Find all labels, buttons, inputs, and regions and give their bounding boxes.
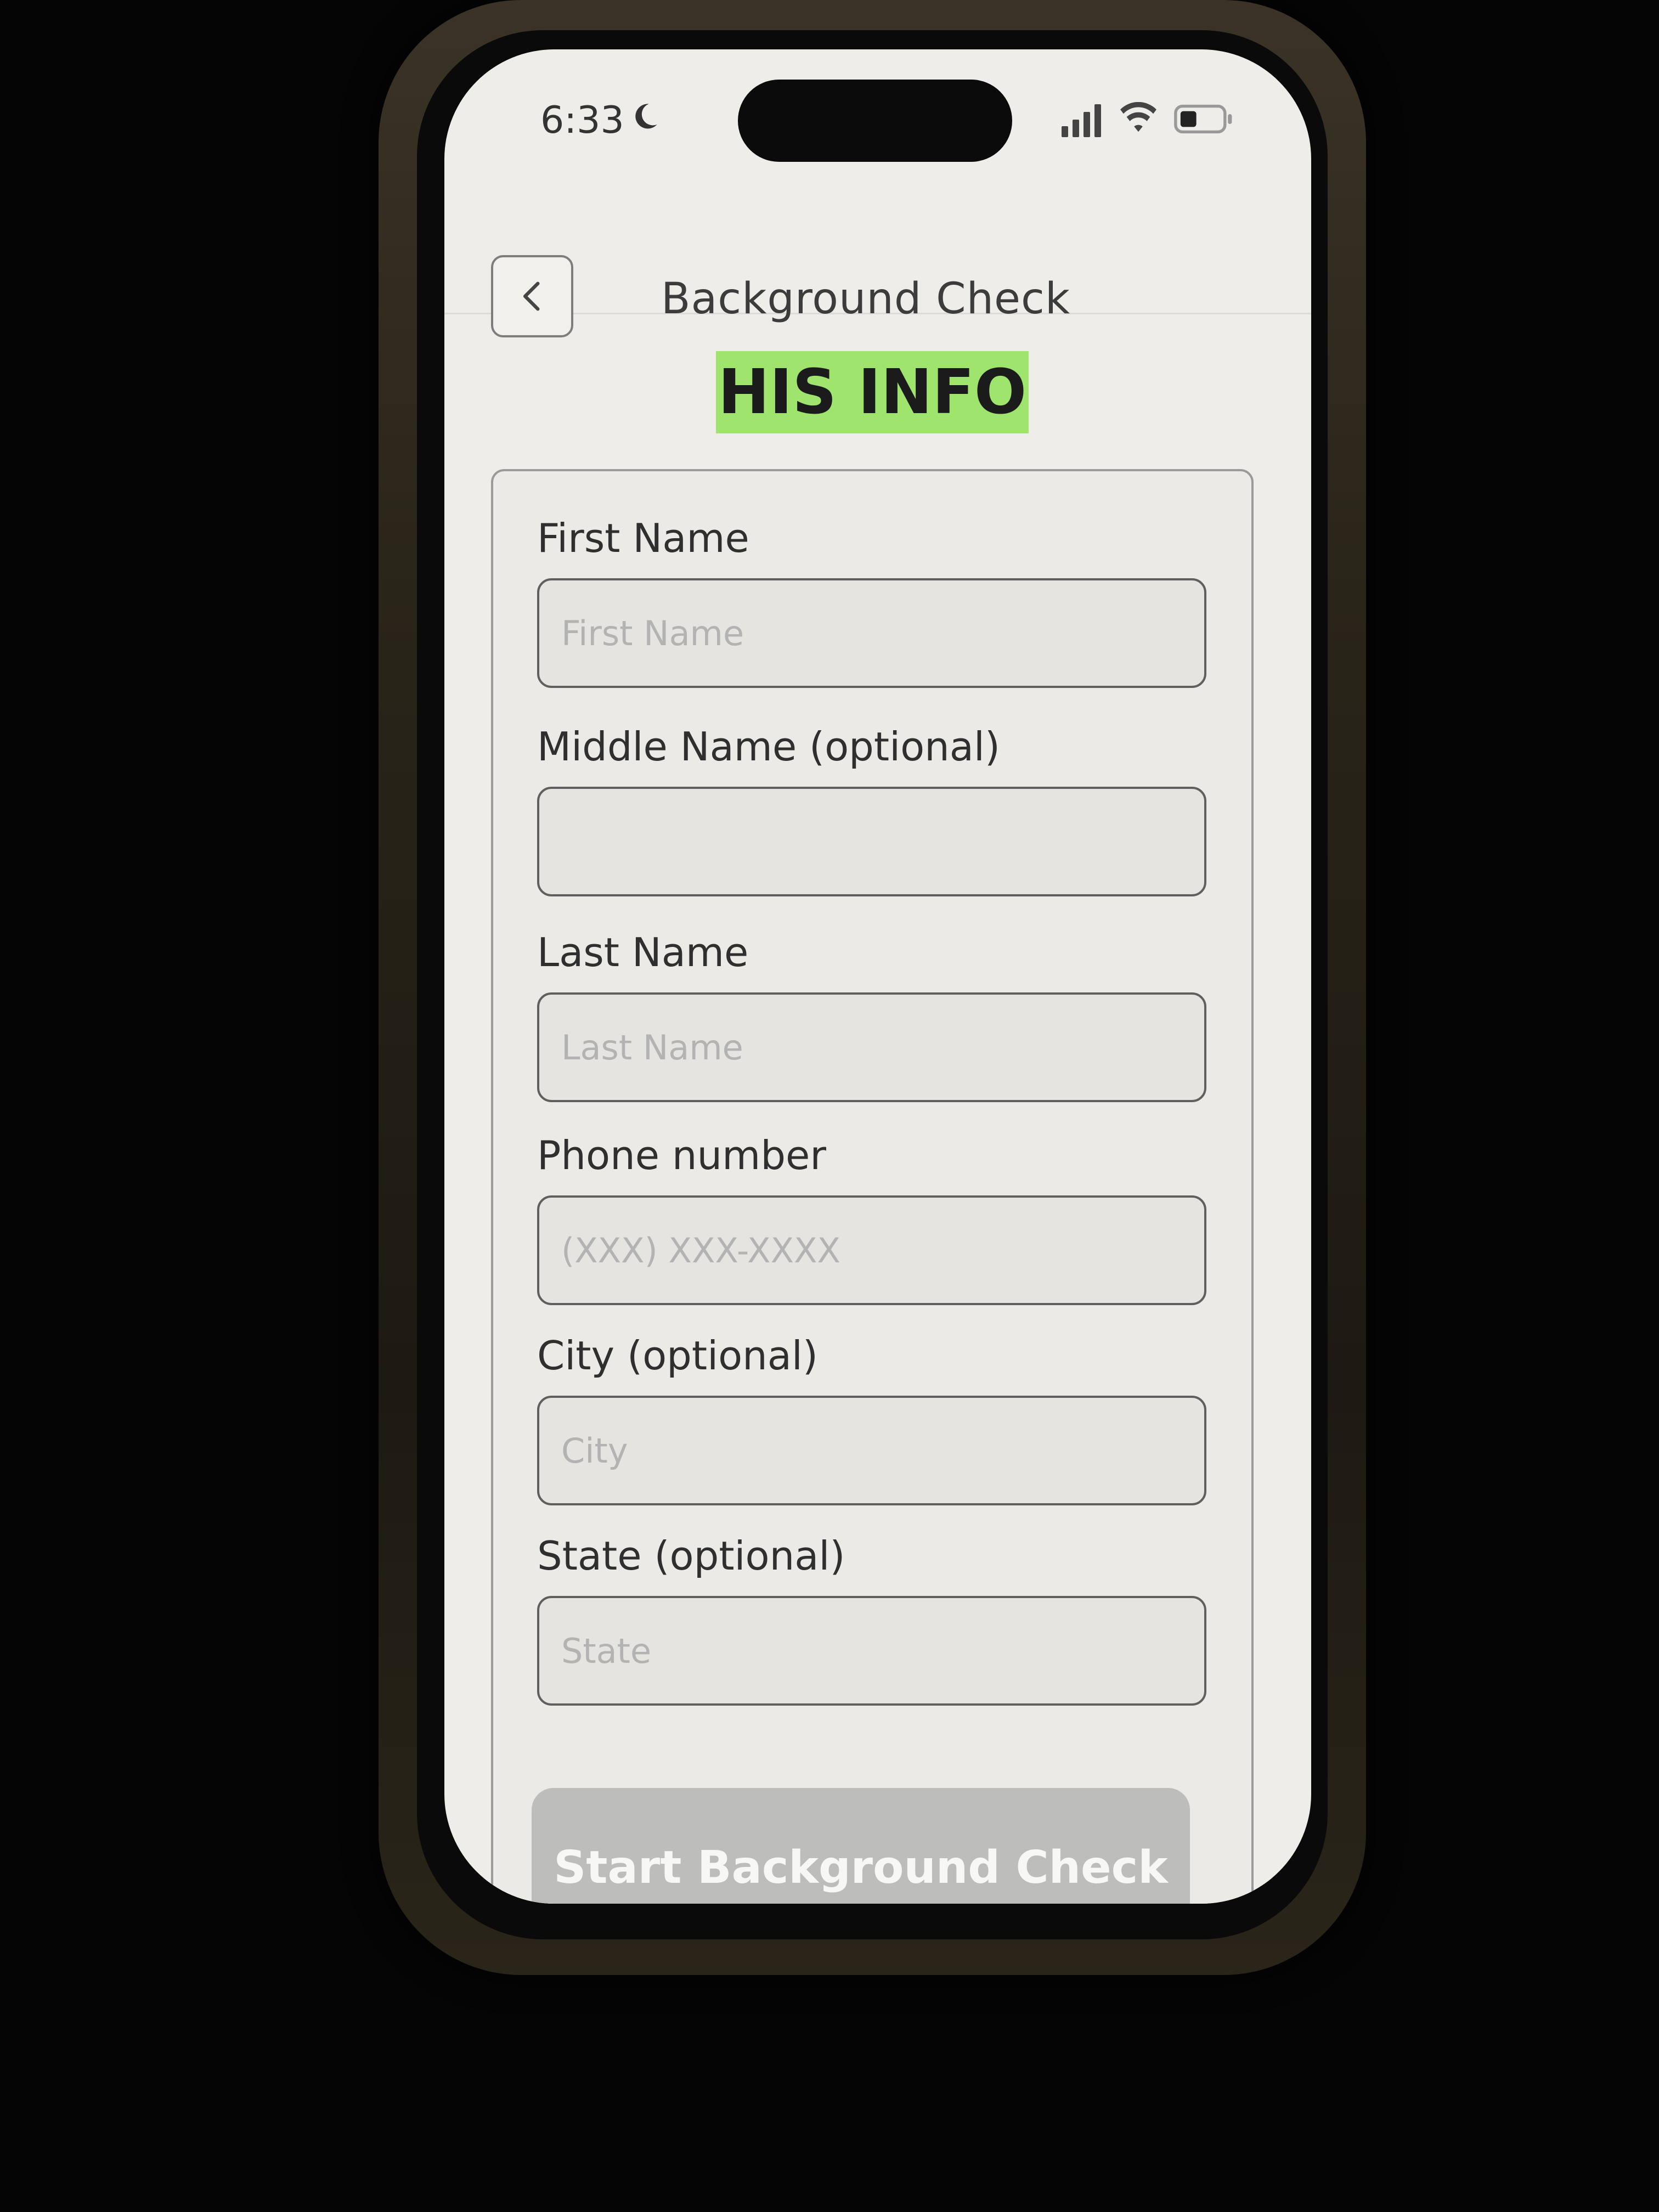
dynamic-island bbox=[738, 80, 1012, 162]
app-screen: 6:33 Background Check HIS INFO First Nam… bbox=[444, 49, 1311, 1904]
form-card: First Name Middle Name (optional) Last N… bbox=[491, 469, 1254, 1904]
section-heading: HIS INFO bbox=[716, 351, 1029, 433]
city-input[interactable] bbox=[537, 1396, 1206, 1505]
state-input[interactable] bbox=[537, 1596, 1206, 1706]
middle-name-label: Middle Name (optional) bbox=[537, 724, 1000, 770]
first-name-label: First Name bbox=[537, 515, 749, 561]
moon-icon bbox=[635, 104, 657, 129]
status-time: 6:33 bbox=[540, 99, 624, 142]
state-label: State (optional) bbox=[537, 1533, 845, 1579]
wifi-icon bbox=[1120, 102, 1156, 132]
back-button[interactable] bbox=[491, 255, 573, 337]
chevron-left-icon bbox=[523, 281, 540, 311]
city-label: City (optional) bbox=[537, 1333, 818, 1379]
battery-icon bbox=[1174, 104, 1232, 134]
phone-number-input[interactable] bbox=[537, 1195, 1206, 1305]
nav-header: Background Check bbox=[444, 198, 1311, 337]
status-bar: 6:33 bbox=[444, 49, 1311, 192]
middle-name-input[interactable] bbox=[537, 787, 1206, 896]
page-title: Background Check bbox=[661, 274, 1071, 324]
first-name-input[interactable] bbox=[537, 578, 1206, 688]
phone-number-label: Phone number bbox=[537, 1132, 826, 1178]
signal-icon bbox=[1062, 104, 1101, 137]
last-name-input[interactable] bbox=[537, 992, 1206, 1102]
last-name-label: Last Name bbox=[537, 929, 749, 975]
start-background-check-button[interactable]: Start Background Check bbox=[532, 1788, 1190, 1904]
